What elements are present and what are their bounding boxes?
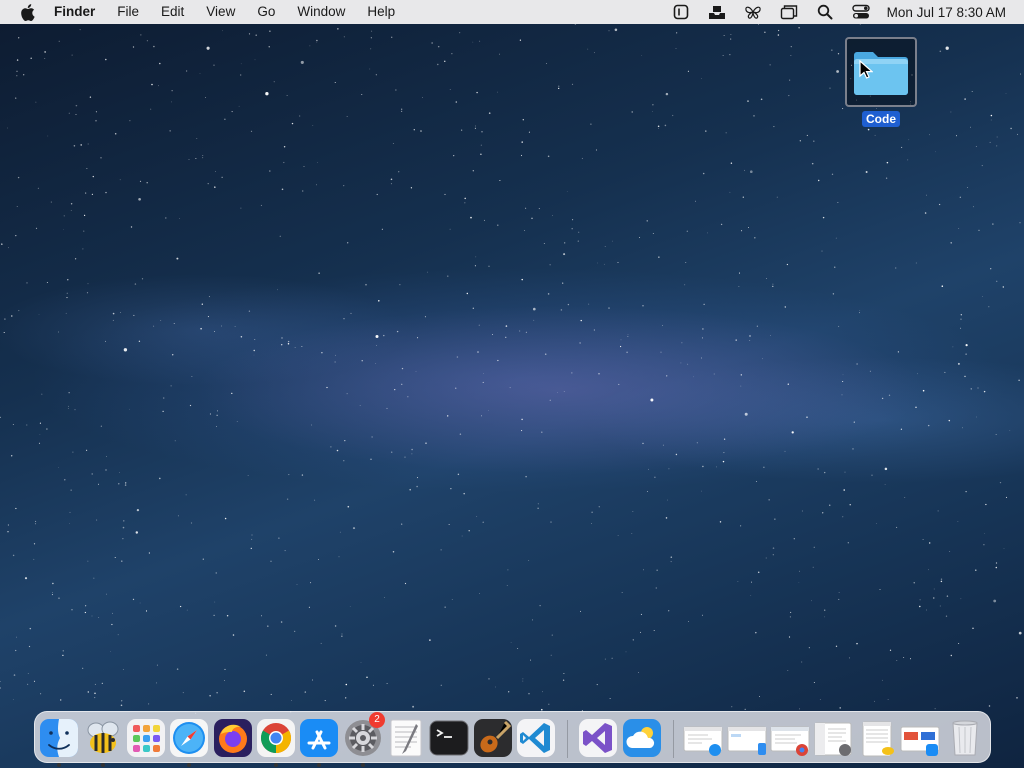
dock-terminal[interactable] [429,718,469,758]
launchpad-icon [127,719,165,757]
dock-separator [673,720,674,758]
dock-safari[interactable] [169,718,209,767]
running-indicator [57,763,61,767]
dock-minimized-chrome-window[interactable] [770,718,810,758]
finder-icon [40,719,78,757]
notepad-icon [390,719,422,757]
dock-chrome[interactable] [256,718,296,767]
dock-weather[interactable] [622,718,662,758]
menu-go[interactable]: Go [246,0,286,24]
chrome-icon [257,719,295,757]
menu-app-name[interactable]: Finder [54,0,106,24]
finder-window-thumbnail [727,726,767,755]
notification-badge: 2 [369,712,385,728]
dock-guitar-app[interactable] [473,718,513,758]
butterfly-app-icon[interactable] [735,0,771,24]
firefox-icon [214,719,252,757]
menu-window[interactable]: Window [286,0,356,24]
menu-edit[interactable]: Edit [150,0,195,24]
desktop-icon-label: Code [862,111,900,127]
window-manager-icon[interactable] [771,0,807,24]
running-indicator [101,763,105,767]
dock: 2 [34,711,991,767]
trash-icon [952,720,978,756]
dock-minimized-safari-window[interactable] [683,718,723,758]
desktop-folder-code[interactable]: Code [845,37,917,127]
dock-minimized-finder-window[interactable] [727,718,767,758]
running-indicator [274,763,278,767]
control-center-icon[interactable] [843,0,879,24]
bee-icon [87,721,119,753]
app-store-icon [300,719,338,757]
running-indicator [187,763,191,767]
menu-bar-clock[interactable]: Mon Jul 17 8:30 AM [879,5,1024,20]
inbox-tray-icon[interactable] [699,0,735,24]
running-indicator [361,763,365,767]
dock-vscode[interactable] [516,718,556,758]
dock-system-settings[interactable]: 2 [343,712,385,767]
menu-help[interactable]: Help [356,0,406,24]
dock-textedit[interactable] [386,718,426,758]
guitar-icon [474,719,512,757]
dock-minimized-settings-window[interactable] [813,718,853,758]
screen-record-icon[interactable] [663,0,699,24]
dock-finder[interactable] [39,718,79,767]
menu-file[interactable]: File [106,0,150,24]
apple-menu-icon[interactable] [18,3,36,21]
chrome-window-thumbnail [770,726,810,756]
dock-separator [567,720,568,758]
dock-launchpad[interactable] [126,718,166,758]
vscode-icon [517,719,555,757]
dock-visual-studio[interactable] [578,718,618,758]
safari-window-thumbnail [683,726,723,756]
terminal-icon [429,720,469,756]
dock-minimized-appstore-window[interactable] [900,718,940,758]
settings-window-thumbnail [814,722,852,756]
menu-view[interactable]: View [195,0,246,24]
safari-compass-icon [170,719,208,757]
weather-cloud-icon [623,719,661,757]
dock-minimized-cyberduck-window[interactable] [857,718,897,758]
folder-selection-frame [845,37,917,107]
spotlight-search-icon[interactable] [807,0,843,24]
visual-studio-icon [579,719,617,757]
dock-app-store[interactable] [299,718,339,767]
menu-bar: Finder File Edit View Go Window Help Mon… [0,0,1024,24]
appstore-window-thumbnail [900,726,940,756]
dock-cyberduck[interactable] [83,718,123,767]
running-indicator [317,763,321,767]
mouse-pointer-icon [859,60,873,79]
dock-trash[interactable] [945,718,985,758]
cyberduck-window-thumbnail [862,721,894,757]
dock-firefox[interactable] [213,718,253,758]
